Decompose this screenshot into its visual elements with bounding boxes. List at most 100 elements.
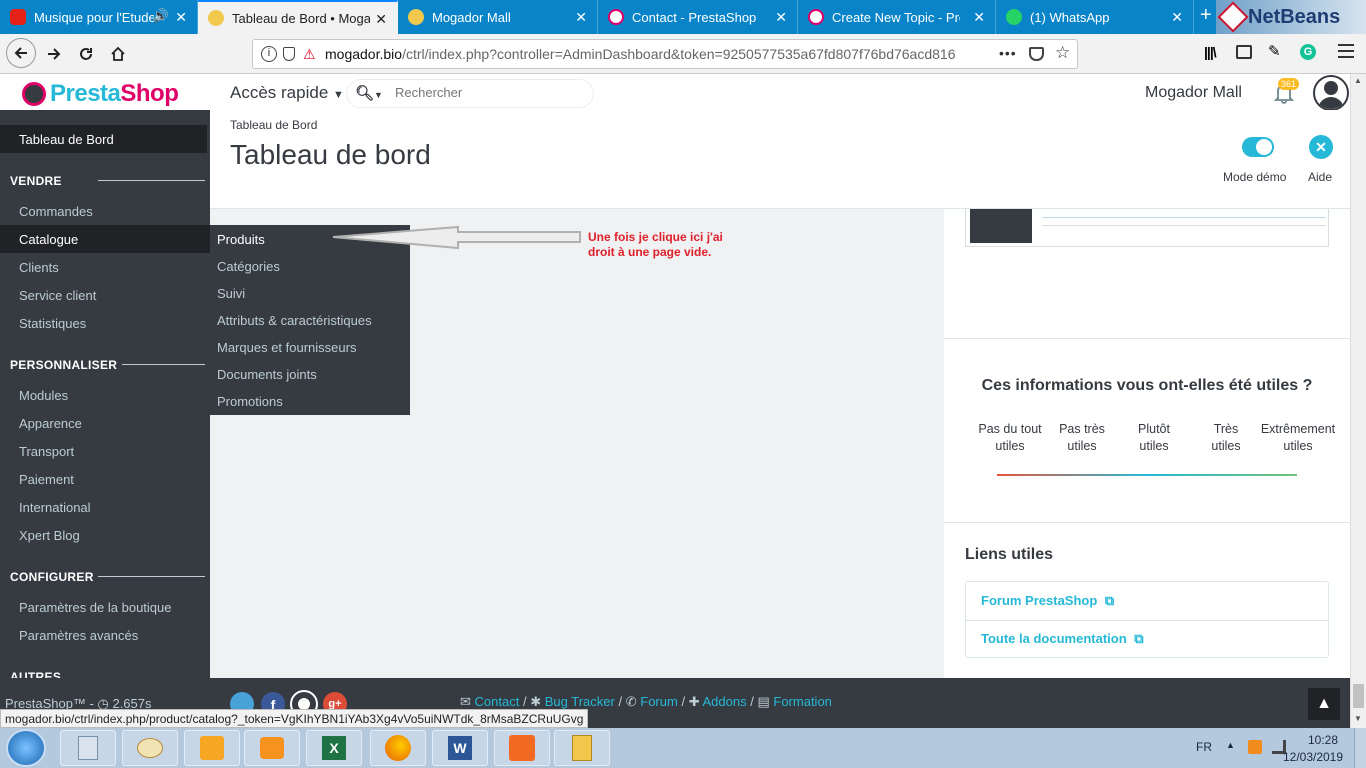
submenu-item-files[interactable]: Documents joints xyxy=(217,367,317,382)
bookmark-star-icon[interactable]: ☆ xyxy=(1055,43,1070,63)
close-tab-icon[interactable]: ✕ xyxy=(375,11,387,28)
browser-tab[interactable]: Musique pour l'Etude 🔊 ✕ xyxy=(0,0,198,34)
clock-time[interactable]: 10:28 xyxy=(1298,733,1348,747)
browser-tab[interactable]: Contact - PrestaShop ✕ xyxy=(598,0,798,34)
close-tab-icon[interactable]: ✕ xyxy=(973,9,985,26)
url-bar[interactable]: i ⚠ mogador.bio/ctrl/index.php?controlle… xyxy=(252,39,1078,69)
home-button[interactable] xyxy=(104,40,132,68)
close-tab-icon[interactable]: ✕ xyxy=(1171,9,1183,26)
shop-name-link[interactable]: Mogador Mall xyxy=(1145,84,1242,102)
sidebar-item-statistics[interactable]: Statistiques xyxy=(19,316,86,331)
sidebar-toggle-icon[interactable] xyxy=(1236,45,1252,59)
scroll-down-arrow-icon[interactable]: ▼ xyxy=(1354,714,1362,723)
speaker-icon[interactable]: 🔊 xyxy=(153,8,169,24)
link-documentation[interactable]: Toute la documentation ⧉ xyxy=(981,631,1144,647)
info-icon[interactable]: i xyxy=(261,46,277,62)
taskbar-explorer[interactable] xyxy=(554,730,610,766)
pocket-icon[interactable] xyxy=(1029,47,1044,61)
breadcrumb[interactable]: Tableau de Bord xyxy=(230,118,317,132)
comments-icon: ✆ xyxy=(625,694,637,709)
taskbar-word[interactable]: W xyxy=(432,730,488,766)
submenu-item-categories[interactable]: Catégories xyxy=(217,259,280,274)
feedback-option[interactable]: Très utiles xyxy=(1190,421,1262,455)
taskbar-calculator[interactable] xyxy=(60,730,116,766)
footer-link-contact[interactable]: Contact xyxy=(475,694,520,709)
submenu-item-discounts[interactable]: Promotions xyxy=(217,394,283,409)
hamburger-menu-icon[interactable] xyxy=(1338,44,1354,58)
submenu-item-attributes[interactable]: Attributs & caractéristiques xyxy=(217,313,372,328)
demo-mode-toggle[interactable] xyxy=(1242,137,1274,157)
sidebar-item-modules[interactable]: Modules xyxy=(19,388,68,403)
back-button[interactable] xyxy=(6,38,36,68)
close-tab-icon[interactable]: ✕ xyxy=(575,9,587,26)
forward-button[interactable] xyxy=(40,40,68,68)
feedback-option[interactable]: Pas du tout utiles xyxy=(974,421,1046,455)
page-scrollbar[interactable]: ▲ ▼ xyxy=(1350,74,1366,728)
browser-tab[interactable]: (1) WhatsApp ✕ xyxy=(996,0,1194,34)
shield-icon[interactable] xyxy=(283,47,295,61)
sidebar-item-shop-parameters[interactable]: Paramètres de la boutique xyxy=(19,600,171,615)
search-icon[interactable]: 🔍︎▼ xyxy=(355,84,383,102)
catalog-submenu: Produits Catégories Suivi Attributs & ca… xyxy=(210,225,410,415)
url-text[interactable]: mogador.bio/ctrl/index.php?controller=Ad… xyxy=(325,46,965,62)
dashboard-right-column: Ces informations vous ont-elles été util… xyxy=(944,209,1350,678)
scroll-up-arrow-icon[interactable]: ▲ xyxy=(1354,76,1362,85)
sidebar-item-dashboard[interactable]: Tableau de Bord xyxy=(0,125,207,153)
taskbar-rocket-app[interactable] xyxy=(494,730,550,766)
feedback-option[interactable]: Plutôt utiles xyxy=(1118,421,1190,455)
notifications-button[interactable]: 361 xyxy=(1273,78,1300,104)
help-button[interactable]: ✕ xyxy=(1309,135,1333,159)
prestashop-logo[interactable]: PrestaShop xyxy=(22,80,179,108)
quick-access-dropdown[interactable]: Accès rapide ▼ xyxy=(230,83,344,103)
sidebar-item-advanced-parameters[interactable]: Paramètres avancés xyxy=(19,628,138,643)
footer-link-addons[interactable]: Addons xyxy=(703,694,747,709)
browser-tab[interactable]: Create New Topic - Presta ✕ xyxy=(798,0,996,34)
language-indicator[interactable]: FR xyxy=(1196,740,1212,754)
sidebar-item-customer-service[interactable]: Service client xyxy=(19,288,96,303)
sidebar-item-orders[interactable]: Commandes xyxy=(19,204,93,219)
feedback-option[interactable]: Extrêmement utiles xyxy=(1258,421,1338,455)
sidebar-item-payment[interactable]: Paiement xyxy=(19,472,74,487)
taskbar-firefox[interactable] xyxy=(370,730,426,766)
show-hidden-icons-icon[interactable]: ▲ xyxy=(1226,740,1235,750)
eyedropper-icon[interactable]: ✎ xyxy=(1268,42,1281,60)
sidebar-item-catalog[interactable]: Catalogue xyxy=(0,225,210,253)
header-search[interactable]: 🔍︎▼ xyxy=(346,79,594,108)
scroll-thumb[interactable] xyxy=(1353,684,1364,708)
footer-link-forum[interactable]: Forum xyxy=(640,694,678,709)
show-desktop-button[interactable] xyxy=(1354,728,1366,768)
sidebar-item-customers[interactable]: Clients xyxy=(19,260,59,275)
scroll-to-top-button[interactable]: ▲ xyxy=(1308,688,1340,720)
submenu-item-brands[interactable]: Marques et fournisseurs xyxy=(217,340,356,355)
sidebar-item-xpert-blog[interactable]: Xpert Blog xyxy=(19,528,80,543)
browser-tab[interactable]: Mogador Mall ✕ xyxy=(398,0,598,34)
insecure-lock-icon[interactable]: ⚠ xyxy=(303,46,316,63)
library-icon[interactable]: |||\ xyxy=(1204,44,1217,60)
tab-label: Mogador Mall xyxy=(432,9,511,25)
browser-tab-active[interactable]: Tableau de Bord • Mogador ✕ xyxy=(198,0,398,34)
close-tab-icon[interactable]: ✕ xyxy=(175,9,187,26)
page-actions-button[interactable]: ••• xyxy=(999,45,1017,61)
taskbar-excel[interactable]: X xyxy=(306,730,362,766)
close-tab-icon[interactable]: ✕ xyxy=(775,9,787,26)
sidebar-item-international[interactable]: International xyxy=(19,500,91,515)
taskbar-outlook[interactable] xyxy=(184,730,240,766)
footer-link-bug-tracker[interactable]: Bug Tracker xyxy=(545,694,615,709)
tray-app-icon[interactable] xyxy=(1248,740,1262,754)
feedback-option[interactable]: Pas très utiles xyxy=(1046,421,1118,455)
clock-date[interactable]: 12/03/2019 xyxy=(1281,750,1345,764)
submenu-item-products[interactable]: Produits xyxy=(217,232,265,247)
reload-button[interactable] xyxy=(72,40,100,68)
grammarly-icon[interactable]: G xyxy=(1300,44,1316,60)
sidebar-item-shipping[interactable]: Transport xyxy=(19,444,74,459)
new-tab-button[interactable]: + xyxy=(1200,4,1212,27)
taskbar-media-player[interactable] xyxy=(244,730,300,766)
search-input[interactable] xyxy=(395,85,585,100)
submenu-item-monitoring[interactable]: Suivi xyxy=(217,286,245,301)
sidebar-item-design[interactable]: Apparence xyxy=(19,416,82,431)
start-button[interactable] xyxy=(6,729,46,767)
employee-avatar[interactable] xyxy=(1313,75,1349,111)
taskbar-paint[interactable] xyxy=(122,730,178,766)
footer-link-training[interactable]: Formation xyxy=(773,694,832,709)
link-forum[interactable]: Forum PrestaShop ⧉ xyxy=(981,593,1114,609)
